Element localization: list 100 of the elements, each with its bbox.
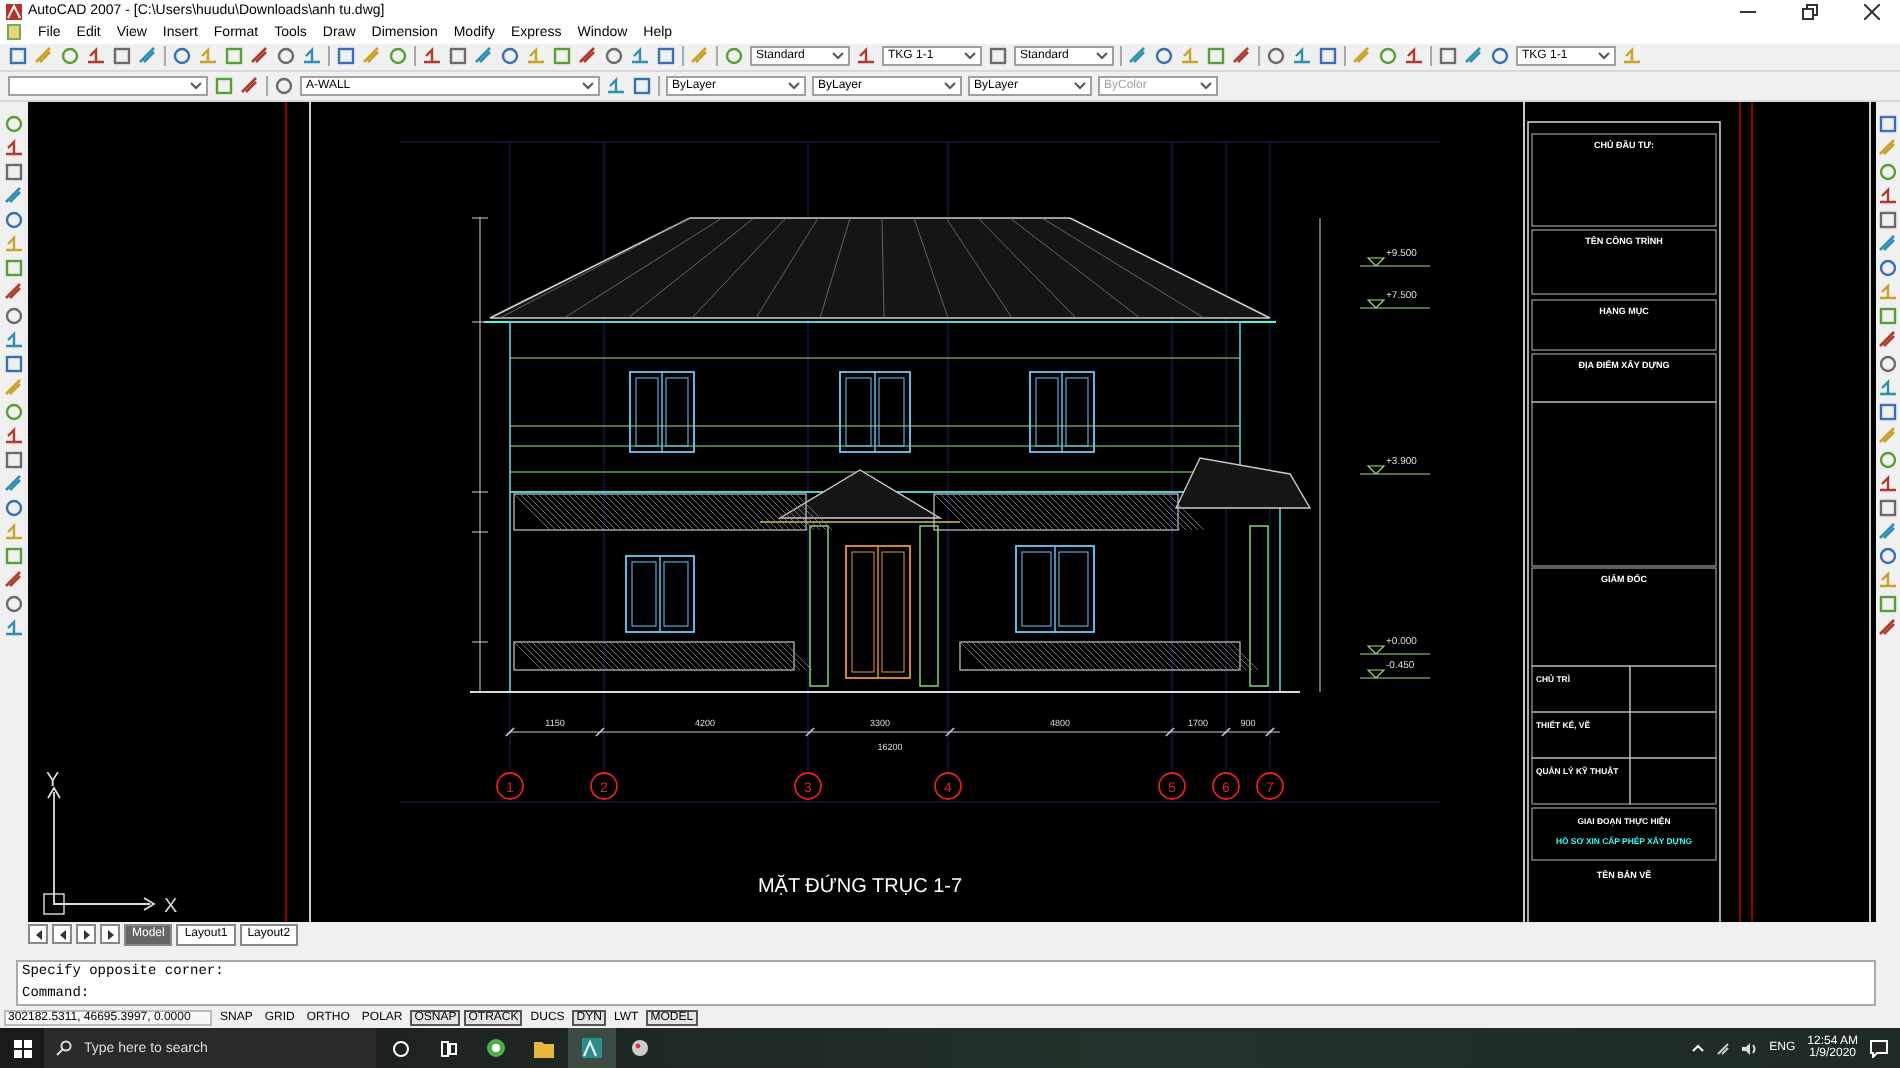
tool-icon[interactable]	[604, 46, 624, 67]
tool-icon[interactable]	[250, 46, 270, 67]
drawing-title: MẶT ĐỨNG TRỤC 1-7	[757, 875, 963, 898]
tool-icon[interactable]	[1878, 161, 1898, 182]
speaker-icon[interactable]	[1741, 1041, 1758, 1055]
tab-scroll-button[interactable]	[28, 924, 48, 945]
tool-icon[interactable]	[4, 353, 24, 374]
axis-label: X	[164, 895, 178, 918]
tool-icon[interactable]	[1318, 46, 1338, 67]
tool-icon[interactable]	[1206, 46, 1226, 67]
tool-icon[interactable]	[1878, 305, 1898, 326]
tool-icon[interactable]	[4, 401, 24, 422]
caret-icon	[190, 81, 202, 90]
tool-icon[interactable]	[388, 46, 408, 67]
tool-icon[interactable]	[8, 46, 28, 67]
tool-icon[interactable]	[4, 137, 24, 158]
tool-icon[interactable]	[630, 46, 650, 67]
tool-icon[interactable]	[724, 46, 744, 67]
tool-icon[interactable]	[1490, 46, 1510, 67]
tool-icon[interactable]	[172, 46, 192, 67]
tool-icon[interactable]	[1878, 257, 1898, 278]
tool-icon[interactable]	[60, 46, 80, 67]
tool-icon[interactable]	[4, 161, 24, 182]
dropdown[interactable]	[8, 75, 208, 96]
tool-icon[interactable]	[552, 46, 572, 67]
chevron-up-icon[interactable]	[1691, 1044, 1704, 1052]
tool-icon[interactable]	[1878, 449, 1898, 470]
window-drawing	[625, 554, 695, 633]
notification-icon[interactable]	[1870, 1039, 1888, 1057]
tool-icon[interactable]	[4, 617, 24, 638]
title-block-cell	[1629, 756, 1717, 804]
tool-icon[interactable]	[86, 46, 106, 67]
tool-icon[interactable]	[632, 75, 652, 96]
app-icon	[582, 1038, 602, 1058]
tool-icon[interactable]	[1128, 46, 1148, 67]
tool-icon[interactable]	[1878, 233, 1898, 254]
tool-icon[interactable]	[276, 46, 296, 67]
tool-icon[interactable]	[240, 75, 260, 96]
tool-icon[interactable]	[1404, 46, 1424, 67]
drawing-canvas[interactable]	[28, 101, 1876, 922]
caret-icon	[832, 52, 844, 61]
tool-icon[interactable]	[500, 46, 520, 67]
tool-icon[interactable]	[1878, 617, 1898, 638]
tool-icon[interactable]	[4, 305, 24, 326]
tool-icon[interactable]	[1292, 46, 1312, 67]
tab-scroll-button[interactable]	[100, 924, 120, 945]
tool-icon[interactable]	[1878, 353, 1898, 374]
tool-icon[interactable]	[1878, 329, 1898, 350]
tool-icon[interactable]	[1878, 545, 1898, 566]
tool-icon[interactable]	[302, 46, 322, 67]
ucs-icon	[43, 785, 156, 914]
tool-icon[interactable]	[4, 593, 24, 614]
tool-icon[interactable]	[1878, 473, 1898, 494]
tool-icon[interactable]	[1878, 401, 1898, 422]
tool-icon[interactable]	[474, 46, 494, 67]
tool-icon[interactable]	[1232, 46, 1252, 67]
tool-icon[interactable]	[856, 46, 876, 67]
tool-icon[interactable]	[1878, 185, 1898, 206]
tool-icon[interactable]	[422, 46, 442, 67]
tool-icon[interactable]	[138, 46, 158, 67]
tool-icon[interactable]	[1878, 593, 1898, 614]
tool-icon[interactable]	[4, 425, 24, 446]
tool-icon[interactable]	[448, 46, 468, 67]
tool-icon[interactable]	[1878, 521, 1898, 542]
tab-scroll-button[interactable]	[76, 924, 96, 945]
tool-icon[interactable]	[1266, 46, 1286, 67]
tool-icon[interactable]	[606, 75, 626, 96]
tool-icon[interactable]	[1154, 46, 1174, 67]
tool-icon[interactable]	[4, 545, 24, 566]
tool-icon[interactable]	[1878, 209, 1898, 230]
tool-icon[interactable]	[274, 75, 294, 96]
tool-icon[interactable]	[4, 185, 24, 206]
tool-icon[interactable]	[1464, 46, 1484, 67]
tool-icon[interactable]	[1878, 497, 1898, 518]
tool-icon[interactable]	[4, 497, 24, 518]
tool-icon[interactable]	[4, 113, 24, 134]
tool-icon[interactable]	[1878, 113, 1898, 134]
tool-icon[interactable]	[4, 209, 24, 230]
tool-icon[interactable]	[336, 46, 356, 67]
window-drawing	[1029, 370, 1095, 453]
tool-icon[interactable]	[224, 46, 244, 67]
tool-icon[interactable]	[1378, 46, 1398, 67]
tool-icon[interactable]	[1438, 46, 1458, 67]
tool-icon[interactable]	[112, 46, 132, 67]
tool-icon[interactable]	[4, 281, 24, 302]
tool-icon[interactable]	[4, 257, 24, 278]
tool-icon[interactable]	[1878, 377, 1898, 398]
triangle-icon	[81, 929, 91, 940]
tool-icon[interactable]	[4, 329, 24, 350]
tool-icon[interactable]	[4, 473, 24, 494]
tool-icon[interactable]	[578, 46, 598, 67]
network-icon[interactable]	[1715, 1041, 1730, 1055]
tool-icon[interactable]	[4, 569, 24, 590]
tab-scroll-button[interactable]	[52, 924, 72, 945]
title-block-cell	[1531, 756, 1631, 804]
tool-icon[interactable]	[656, 46, 676, 67]
tool-icon[interactable]	[214, 75, 234, 96]
tool-icon[interactable]	[4, 449, 24, 470]
tool-icon[interactable]	[988, 46, 1008, 67]
taskbar-button[interactable]	[568, 1028, 616, 1068]
